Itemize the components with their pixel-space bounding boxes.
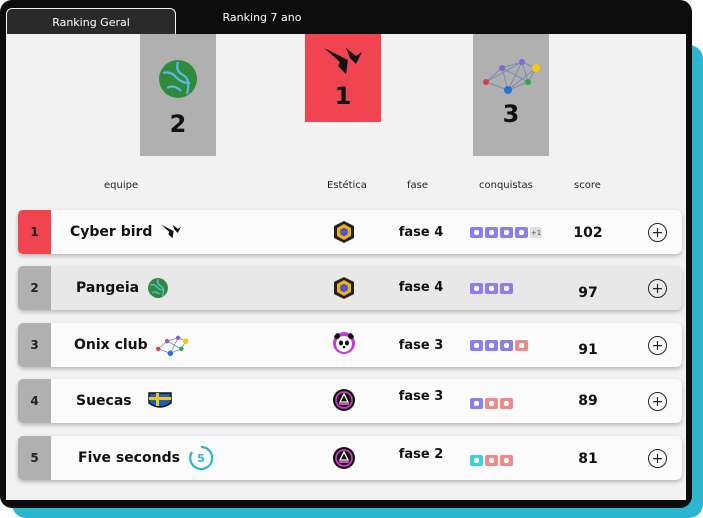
table-row[interactable]: 1 Cyber bird fase 4 +1 102 +	[18, 210, 682, 254]
achievement-chip	[485, 283, 498, 294]
achievements-list	[470, 398, 513, 409]
neon-badge-icon	[333, 389, 355, 411]
podium-first: 1	[305, 34, 381, 122]
fase-label: fase 3	[398, 389, 444, 404]
hexagon-badge-icon	[334, 277, 354, 299]
globe-icon	[147, 277, 169, 299]
achievement-chip	[500, 340, 513, 351]
achievements-list	[470, 283, 513, 294]
achievements-list	[470, 455, 513, 466]
expand-button[interactable]: +	[648, 279, 667, 298]
rank-number: 2	[18, 266, 51, 310]
team-name-label: Five seconds	[78, 450, 180, 466]
achievement-chip	[500, 398, 513, 409]
score-value: 102	[573, 225, 603, 241]
expand-button[interactable]: +	[648, 392, 667, 411]
tab-bar: Ranking Geral Ranking 7 ano	[0, 0, 692, 35]
team-name-label: Onix club	[74, 337, 148, 353]
team-name: Five seconds 5	[78, 436, 214, 480]
globe-icon	[159, 60, 197, 98]
timer-five-icon: 5	[188, 445, 214, 471]
expand-button[interactable]: +	[648, 449, 667, 468]
fase-label: fase 4	[398, 280, 444, 295]
achievement-chip	[515, 227, 528, 238]
rank-number: 4	[18, 379, 51, 423]
achievement-chip	[470, 340, 483, 351]
team-name: Onix club	[74, 323, 188, 367]
table-row[interactable]: 5 Five seconds 5 fase 2 81 +	[18, 436, 682, 480]
tab-ranking-7-ano[interactable]: Ranking 7 ano	[192, 4, 332, 30]
panda-badge-icon	[333, 332, 355, 354]
podium-place-number: 1	[334, 82, 352, 110]
svg-text:5: 5	[197, 452, 205, 465]
achievement-chip	[500, 455, 513, 466]
rank-number: 1	[18, 210, 51, 254]
team-name: Suecas	[76, 379, 172, 423]
table-row[interactable]: 2 Pangeia fase 4 97 +	[18, 266, 682, 310]
score-value: 97	[578, 285, 598, 301]
podium-place-number: 3	[502, 100, 520, 128]
network-icon	[483, 59, 540, 94]
header-estetica: Estética	[327, 180, 367, 191]
score-value: 91	[578, 342, 598, 358]
achievement-chip	[470, 283, 483, 294]
fase-label: fase 3	[398, 338, 444, 353]
header-score: score	[574, 180, 601, 191]
ranking-window: Ranking Geral Ranking 7 ano 2 1 3 equipe…	[0, 0, 692, 508]
score-value: 81	[578, 451, 598, 467]
expand-button[interactable]: +	[648, 223, 667, 242]
neon-badge-icon	[333, 447, 355, 469]
achievements-list	[470, 340, 528, 351]
achievement-chip	[500, 283, 513, 294]
podium-second: 2	[140, 34, 216, 156]
achievement-chip	[470, 398, 483, 409]
team-name-label: Pangeia	[76, 280, 140, 296]
team-name-label: Suecas	[76, 393, 132, 409]
ranking-panel: 2 1 3 equipe Estética fase conquistas sc…	[6, 34, 686, 500]
rank-number: 5	[18, 436, 51, 480]
header-fase: fase	[407, 180, 429, 191]
team-name: Cyber bird	[70, 210, 182, 254]
network-icon	[155, 332, 188, 358]
achievements-list: +1	[470, 227, 542, 238]
achievement-chip	[485, 398, 498, 409]
achievement-chip	[485, 227, 498, 238]
achievement-chip	[485, 340, 498, 351]
header-equipe: equipe	[104, 180, 139, 191]
table-row[interactable]: 3 Onix club fase 3 91 +	[18, 323, 682, 367]
podium-third: 3	[473, 34, 549, 156]
achievement-chip	[500, 227, 513, 238]
achievement-more: +1	[530, 227, 542, 238]
team-name: Pangeia	[76, 266, 169, 310]
score-value: 89	[578, 393, 598, 409]
origami-bird-icon	[324, 48, 362, 78]
fase-label: fase 4	[398, 225, 444, 240]
table-row[interactable]: 4 Suecas fase 3 89 +	[18, 379, 682, 423]
expand-button[interactable]: +	[648, 336, 667, 355]
achievement-chip	[470, 227, 483, 238]
achievement-chip	[515, 340, 528, 351]
team-name-label: Cyber bird	[70, 224, 153, 240]
achievement-chip	[470, 455, 483, 466]
hexagon-badge-icon	[334, 221, 354, 243]
podium-place-number: 2	[169, 110, 187, 138]
achievement-chip	[485, 455, 498, 466]
fase-label: fase 2	[398, 447, 444, 462]
tab-ranking-geral[interactable]: Ranking Geral	[6, 8, 176, 35]
header-conquistas: conquistas	[479, 180, 533, 191]
rank-number: 3	[18, 323, 51, 367]
sweden-flag-icon	[147, 391, 172, 411]
origami-bird-icon	[160, 222, 182, 242]
